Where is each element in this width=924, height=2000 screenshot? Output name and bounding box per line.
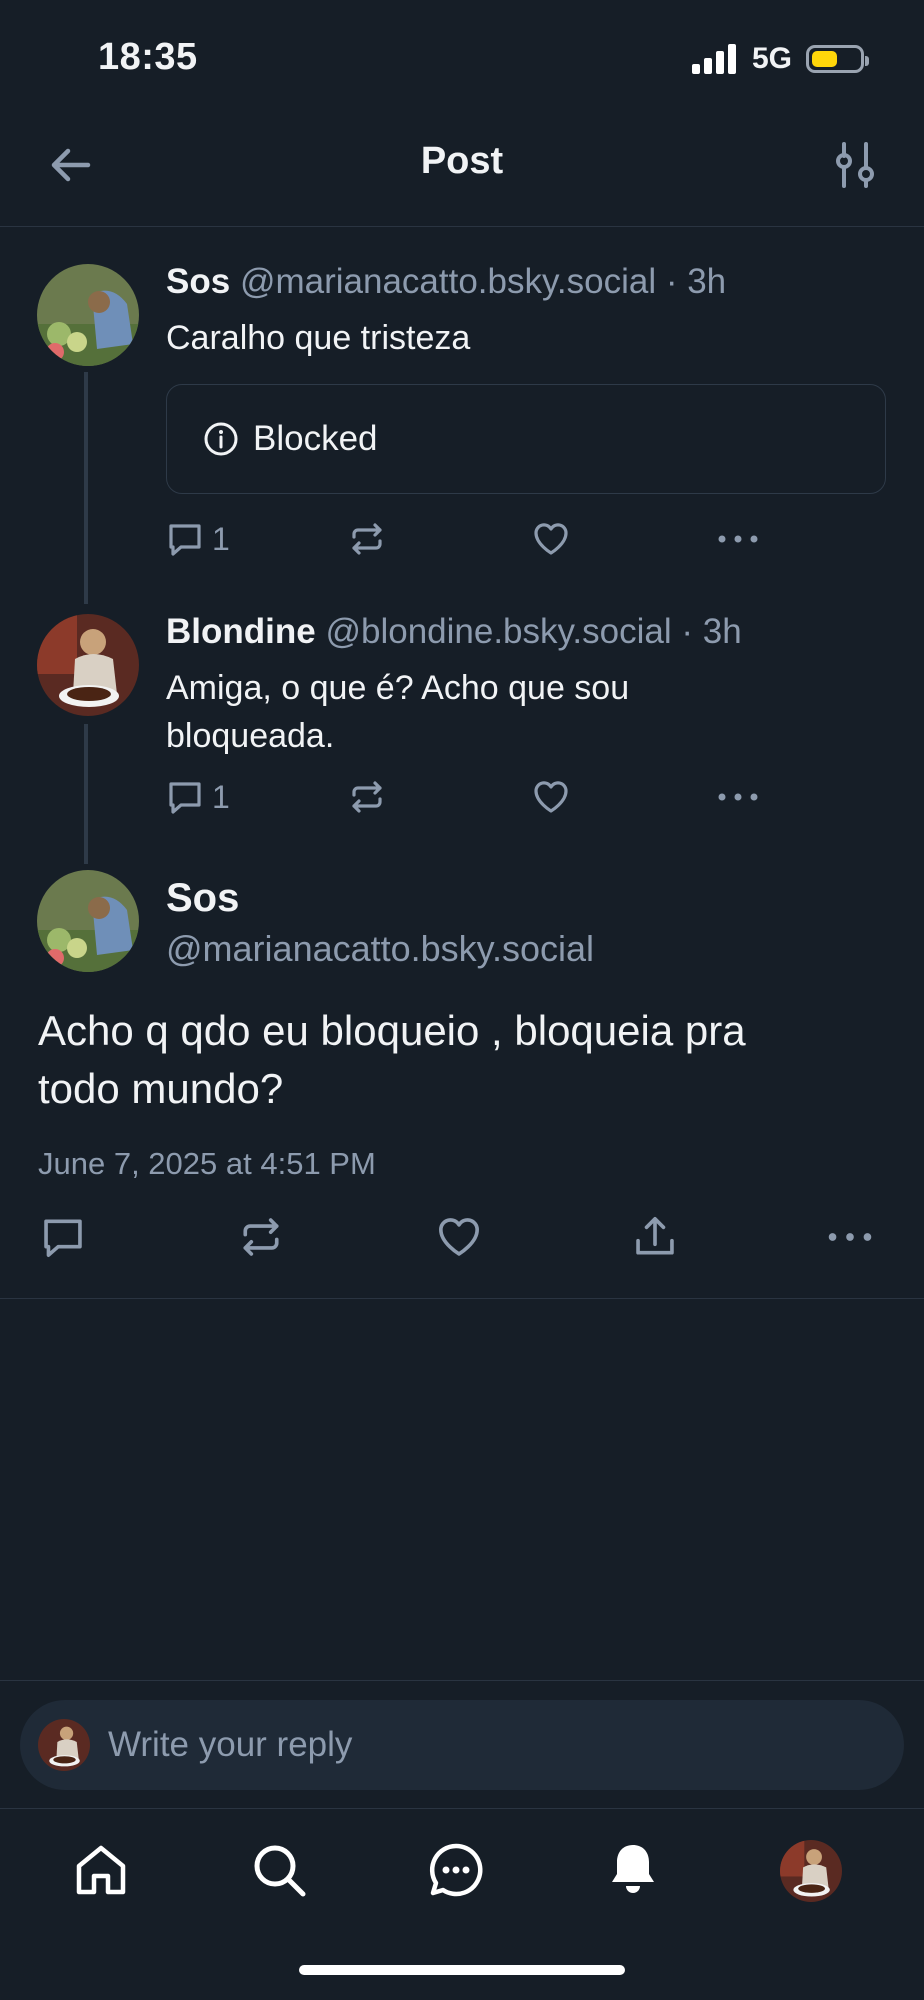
heart-icon xyxy=(534,523,568,555)
profile-avatar xyxy=(780,1840,842,1902)
reply-input[interactable]: Write your reply xyxy=(20,1700,904,1790)
comment-icon xyxy=(44,1219,82,1257)
post-text-line: Amiga, o que é? Acho que sou xyxy=(166,669,630,707)
author-handle: @marianacatto.bsky.social xyxy=(239,262,657,301)
tab-notifications[interactable] xyxy=(603,1840,663,1900)
battery-icon xyxy=(806,45,869,73)
avatar-photo-icon xyxy=(780,1840,842,1902)
post-text: Amiga, o que é? Acho que sou bloqueada. xyxy=(166,664,629,760)
sliders-icon xyxy=(836,142,874,188)
heart-icon xyxy=(439,1218,479,1256)
network-label: 5G xyxy=(751,42,792,75)
avatar-photo-icon xyxy=(37,870,139,972)
heart-icon xyxy=(534,781,568,813)
comment-icon xyxy=(169,782,201,814)
post-text: Caralho que tristeza xyxy=(166,319,471,357)
avatar[interactable] xyxy=(37,614,139,716)
author-name[interactable]: Sos xyxy=(166,876,239,921)
comment-icon xyxy=(169,524,201,556)
more-options-button[interactable] xyxy=(716,520,760,558)
reply-button[interactable] xyxy=(40,1214,86,1260)
post-time: · 3h xyxy=(681,612,742,651)
ellipsis-icon xyxy=(828,1233,872,1241)
author-name: Blondine xyxy=(166,612,316,651)
tab-profile[interactable] xyxy=(780,1840,842,1902)
more-options-button[interactable] xyxy=(716,778,760,816)
post-text: Acho q qdo eu bloqueio , bloqueia pra to… xyxy=(38,1002,898,1118)
share-button[interactable] xyxy=(632,1214,678,1260)
avatar xyxy=(38,1719,90,1771)
reply-placeholder: Write your reply xyxy=(108,1725,353,1764)
reply-count: 1 xyxy=(212,778,230,815)
status-indicators: 5G xyxy=(691,42,869,76)
post-text-line: Acho q qdo eu bloqueio , bloqueia pra xyxy=(38,1007,746,1054)
reply-button[interactable]: 1 xyxy=(166,778,230,816)
tab-search[interactable] xyxy=(249,1840,309,1900)
divider xyxy=(0,1808,924,1809)
thread-line xyxy=(84,372,88,604)
post-time: · 3h xyxy=(665,262,727,301)
info-icon xyxy=(204,422,238,456)
repost-icon xyxy=(243,1218,279,1256)
more-options-button[interactable] xyxy=(826,1214,874,1260)
ellipsis-icon xyxy=(718,535,758,543)
page-title: Post xyxy=(420,140,504,182)
reply-button[interactable]: 1 xyxy=(166,520,230,558)
author-handle: @blondine.bsky.social xyxy=(325,612,672,651)
blocked-label: Blocked xyxy=(253,419,378,458)
avatar-photo-icon xyxy=(38,1719,90,1771)
reply-count: 1 xyxy=(212,520,230,557)
like-button[interactable] xyxy=(532,520,570,558)
divider xyxy=(0,1680,924,1681)
search-icon xyxy=(254,1845,306,1897)
post-date: June 7, 2025 at 4:51 PM xyxy=(38,1146,376,1181)
author-name: Sos xyxy=(166,262,231,301)
thread-line xyxy=(84,724,88,864)
blocked-embed[interactable]: Blocked xyxy=(166,384,886,494)
repost-icon xyxy=(352,781,382,813)
post-text-line: bloqueada. xyxy=(166,717,335,755)
chat-icon xyxy=(429,1843,483,1897)
repost-icon xyxy=(352,523,382,555)
share-icon xyxy=(636,1217,674,1255)
status-time: 18:35 xyxy=(98,36,198,78)
avatar-photo-icon xyxy=(37,264,139,366)
post-author[interactable]: Blondine @blondine.bsky.social · 3h xyxy=(166,612,742,652)
avatar-photo-icon xyxy=(37,614,139,716)
like-button[interactable] xyxy=(532,778,570,816)
repost-button[interactable] xyxy=(238,1214,284,1260)
battery-fill xyxy=(812,51,837,67)
post-author[interactable]: Sos @marianacatto.bsky.social · 3h xyxy=(166,262,726,302)
post-header: Post xyxy=(0,118,924,227)
ellipsis-icon xyxy=(718,793,758,801)
avatar[interactable] xyxy=(37,870,139,972)
repost-button[interactable] xyxy=(348,520,386,558)
tab-home[interactable] xyxy=(71,1840,131,1900)
home-indicator[interactable] xyxy=(299,1965,625,1975)
signal-icon xyxy=(691,44,736,74)
post-text-line: todo mundo? xyxy=(38,1065,284,1112)
home-icon xyxy=(76,1845,126,1895)
bell-icon xyxy=(612,1845,654,1893)
avatar[interactable] xyxy=(37,264,139,366)
divider xyxy=(0,1298,924,1299)
thread-settings-button[interactable] xyxy=(830,140,880,190)
tab-chat[interactable] xyxy=(426,1840,486,1900)
like-button[interactable] xyxy=(436,1214,482,1260)
author-handle[interactable]: @marianacatto.bsky.social xyxy=(166,928,594,970)
repost-button[interactable] xyxy=(348,778,386,816)
